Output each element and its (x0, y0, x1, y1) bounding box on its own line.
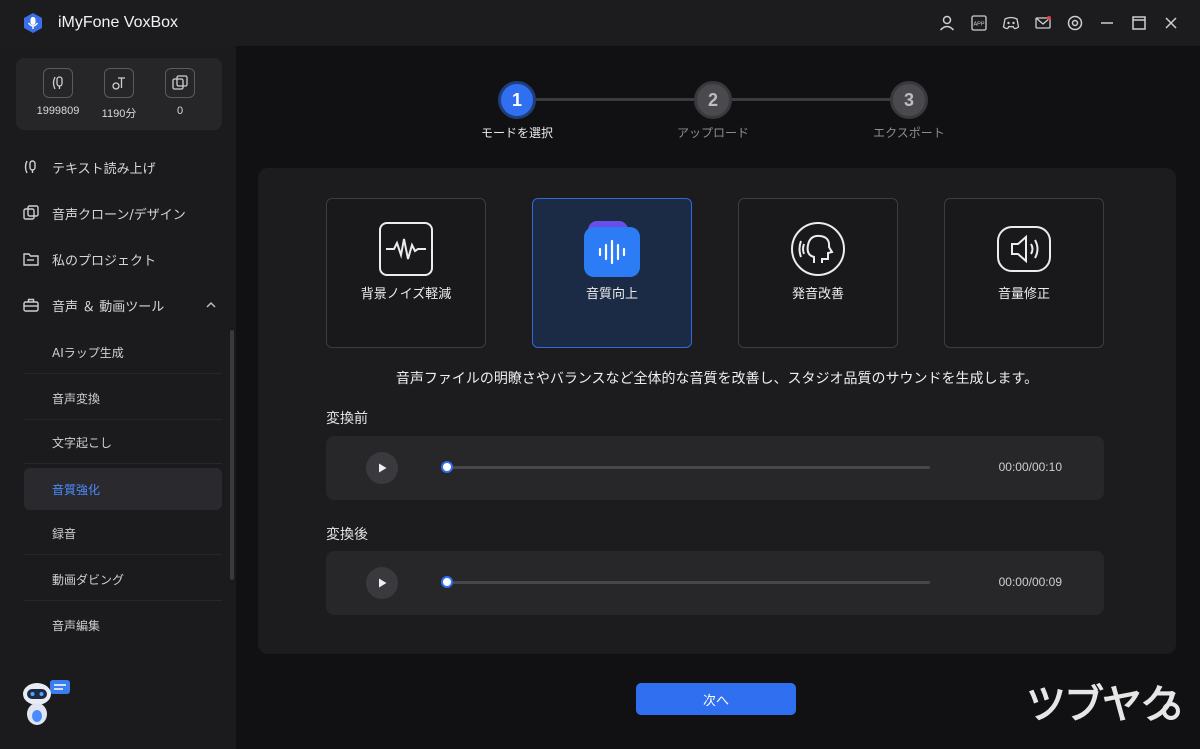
waveform-icon (378, 221, 434, 277)
before-label: 変換前 (326, 411, 368, 427)
play-button[interactable] (366, 452, 398, 484)
tool-ai-rap[interactable]: AIラップ生成 (24, 332, 222, 374)
sidebar-item-projects[interactable]: 私のプロジェクト (22, 244, 156, 274)
sidebar-item-label: 音声クローン/デザイン (52, 207, 186, 223)
mail-icon[interactable] (1030, 10, 1056, 36)
tts-icon (24, 160, 36, 174)
mode-label: 音量修正 (997, 287, 1050, 302)
mode-noise-reduction[interactable]: 背景ノイズ軽減 (326, 198, 486, 348)
voxbox-logo-icon (24, 13, 42, 33)
close-icon[interactable] (1158, 10, 1184, 36)
usage-stats: 1999809 1190分 0 (16, 58, 222, 130)
app-title: iMyFone VoxBox (58, 14, 179, 31)
tool-label: 音質強化 (52, 482, 101, 497)
progress-knob[interactable] (443, 463, 451, 471)
play-button[interactable] (366, 567, 398, 599)
minimize-icon[interactable] (1094, 10, 1120, 36)
stat-minutes: 1190分 (89, 68, 149, 121)
play-icon (379, 463, 387, 473)
step-1-label: モードを選択 (480, 126, 553, 140)
step-2-circle: 2 (694, 81, 732, 119)
text-time-icon (104, 68, 134, 98)
progress-track[interactable] (443, 578, 930, 586)
chevron-up-icon[interactable] (204, 298, 218, 312)
stat-characters: 1999809 (28, 68, 88, 117)
sidebar-scrollbar[interactable] (230, 330, 234, 580)
mode-volume-fix[interactable]: 音量修正 (944, 198, 1104, 348)
sidebar: 1999809 1190分 0 テキスト読み上げ 音声クローン/デザイン 私のプ… (0, 46, 236, 749)
stat-value: 1999809 (36, 105, 80, 117)
after-label: 変換後 (326, 527, 368, 543)
step-2-label: アップロード (676, 126, 749, 140)
sidebar-item-label: 私のプロジェクト (52, 253, 157, 269)
sidebar-item-voice-clone[interactable]: 音声クローン/デザイン (22, 198, 186, 228)
stat-value: 1190分 (101, 108, 137, 120)
titlebar-controls: APP (934, 10, 1184, 36)
step-1-circle: 1 (498, 81, 536, 119)
tool-audio-enhance[interactable]: 音質強化 (24, 468, 222, 510)
tool-label: 音声変換 (52, 392, 101, 406)
tool-label: 動画ダビング (52, 573, 125, 587)
app-icon[interactable]: APP (966, 10, 992, 36)
play-icon (379, 578, 387, 588)
mode-quality-enhance[interactable]: 音質向上 (532, 198, 692, 348)
discord-icon[interactable] (998, 10, 1024, 36)
tool-transcription[interactable]: 文字起こし (24, 422, 222, 464)
step-3-circle: 3 (890, 81, 928, 119)
mode-label: 音質向上 (585, 287, 638, 302)
settings-icon[interactable] (1062, 10, 1088, 36)
sidebar-item-label: テキスト読み上げ (52, 161, 156, 177)
sidebar-item-tools[interactable]: 音声 ＆ 動画ツール (22, 290, 164, 320)
tool-label: 文字起こし (52, 436, 113, 450)
tool-audio-editor[interactable]: 音声編集 (24, 604, 222, 646)
folder-icon (23, 253, 39, 266)
title-bar: iMyFone VoxBox APP (0, 0, 1200, 46)
stat-clones: 0 (150, 68, 210, 117)
mode-label: 背景ノイズ軽減 (360, 287, 452, 302)
next-button[interactable]: 次へ (636, 683, 796, 715)
audio-bars-icon (584, 221, 640, 277)
step-connector (536, 98, 696, 101)
tool-label: 音声編集 (52, 618, 101, 633)
tool-video-dubbing[interactable]: 動画ダビング (24, 559, 222, 601)
stat-value: 0 (176, 105, 184, 117)
mode-label: 発音改善 (791, 287, 844, 302)
watermark-dot-icon (1162, 702, 1180, 720)
progress-knob[interactable] (443, 578, 451, 586)
clone-icon (165, 68, 195, 98)
time-readout: 00:00/00:10 (998, 460, 1062, 474)
app-icon-text: APP (973, 22, 984, 28)
main-content: 1 2 3 モードを選択 アップロード エクスポート 背景ノイズ軽減 音質向上 … (236, 46, 1200, 749)
step-3-label: エクスポート (873, 126, 945, 140)
clone-icon (23, 205, 39, 220)
mode-pronunciation[interactable]: 発音改善 (738, 198, 898, 348)
mode-panel: 背景ノイズ軽減 音質向上 発音改善 音量修正 音声ファイルの明瞭さやバランスなど… (258, 168, 1176, 654)
sidebar-item-tts[interactable]: テキスト読み上げ (22, 152, 156, 182)
audio-player-before: 00:00/00:10 (326, 436, 1104, 500)
speaker-icon (996, 221, 1052, 277)
time-readout: 00:00/00:09 (998, 575, 1062, 589)
watermark-text: ツブヤク (1026, 682, 1180, 728)
assistant-robot-icon[interactable] (20, 678, 72, 730)
stepper: 1 2 3 モードを選択 アップロード エクスポート (236, 46, 1200, 166)
maximize-icon[interactable] (1126, 10, 1152, 36)
user-icon[interactable] (934, 10, 960, 36)
progress-track[interactable] (443, 463, 930, 471)
voice-icon (43, 68, 73, 98)
step-connector (732, 98, 892, 101)
tool-recording[interactable]: 録音 (24, 513, 222, 555)
tool-voice-changer[interactable]: 音声変換 (24, 378, 222, 420)
tool-label: 録音 (52, 527, 77, 541)
sidebar-item-label: 音声 ＆ 動画ツール (52, 299, 165, 315)
mode-description: 音声ファイルの明瞭さやバランスなど全体的な音質を改善し、スタジオ品質のサウンドを… (395, 371, 1039, 387)
tool-label: AIラップ生成 (52, 346, 124, 360)
speaking-head-icon (790, 221, 846, 277)
audio-player-after: 00:00/00:09 (326, 551, 1104, 615)
toolbox-icon (23, 298, 39, 312)
